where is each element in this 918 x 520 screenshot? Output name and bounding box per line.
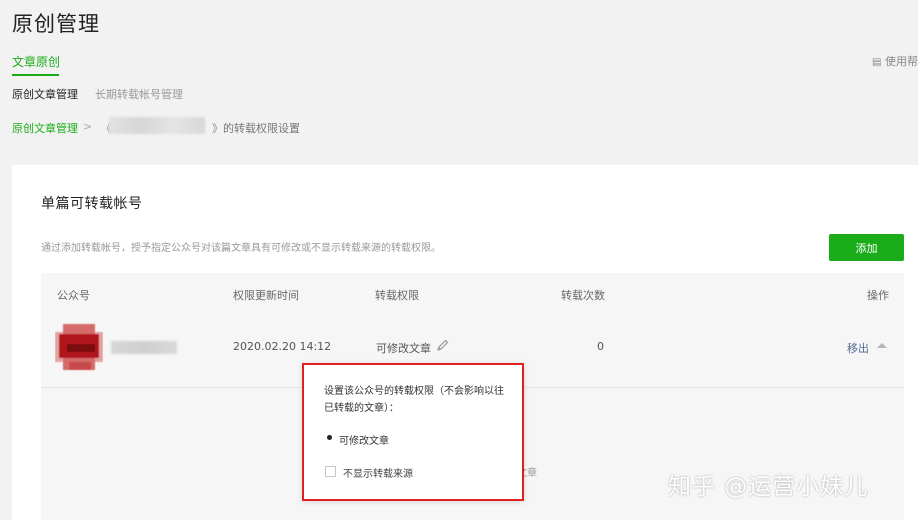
column-header-action: 操作 xyxy=(867,289,889,302)
row-updated-time: 2020.02.20 14:12 xyxy=(233,340,332,353)
popover-title: 设置该公众号的转载权限（不会影响以往已转载的文章）： xyxy=(324,386,504,414)
usage-help-link[interactable]: ▤ 使用帮 xyxy=(872,53,918,69)
card-title: 单篇可转载帐号 xyxy=(41,196,143,212)
hide-source-checkbox[interactable] xyxy=(325,466,336,477)
breadcrumb-separator: > xyxy=(83,120,93,133)
option-hide-source-label: 不显示转载来源 xyxy=(343,469,413,480)
option-selected-dot-icon xyxy=(327,435,332,440)
tab-active-underline xyxy=(12,74,59,76)
page-title: 原创管理 xyxy=(12,12,100,36)
breadcrumb-current: 的转载权限设置 xyxy=(223,122,300,135)
edit-pencil-icon[interactable] xyxy=(436,338,450,352)
subtab-long-term-repost-accounts[interactable]: 长期转载帐号管理 xyxy=(95,86,183,102)
card-description: 通过添加转载帐号，授予指定公众号对该篇文章具有可修改或不显示转载来源的转载权限。 xyxy=(41,243,441,254)
column-header-account: 公众号 xyxy=(57,289,90,302)
row-permission: 可修改文章 xyxy=(376,342,431,355)
option-modify-article[interactable]: 可修改文章 xyxy=(339,432,389,447)
column-header-updated-time: 权限更新时间 xyxy=(233,289,299,302)
tab-original-articles[interactable]: 文章原创 xyxy=(12,53,60,70)
usage-doc-icon: ▤ xyxy=(872,57,882,68)
chevron-up-icon[interactable] xyxy=(876,340,888,350)
column-header-permission: 转载权限 xyxy=(375,289,419,302)
column-header-repost-count: 转载次数 xyxy=(561,289,605,302)
breadcrumb-article-title-redacted xyxy=(109,117,205,134)
remove-link[interactable]: 移出 xyxy=(847,340,869,356)
account-avatar xyxy=(55,324,103,370)
row-repost-count: 0 xyxy=(597,340,604,353)
breadcrumb-home[interactable]: 原创文章管理 xyxy=(12,120,78,136)
watermark: 知乎 @运营小妹儿 xyxy=(668,474,869,500)
breadcrumb-right-bracket: 》 xyxy=(212,122,223,135)
account-name-redacted xyxy=(111,341,177,354)
add-button[interactable]: 添加 xyxy=(829,234,904,261)
usage-help-label: 使用帮 xyxy=(885,55,918,68)
subtab-original-article-management[interactable]: 原创文章管理 xyxy=(12,86,78,102)
